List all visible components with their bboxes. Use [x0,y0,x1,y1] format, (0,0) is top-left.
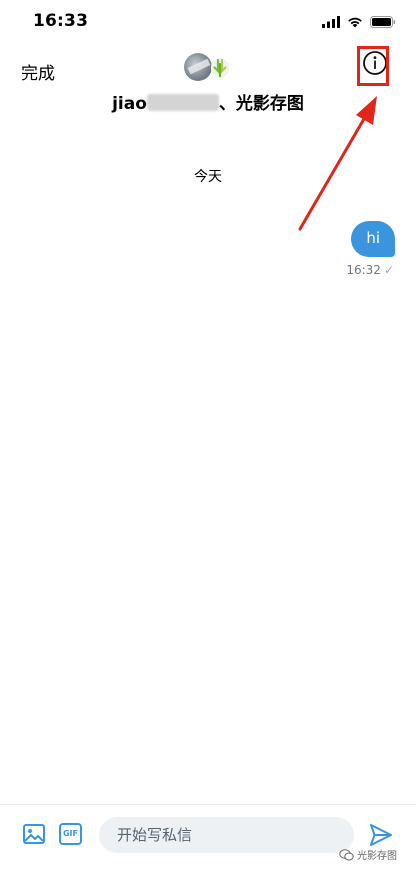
send-icon[interactable] [368,822,394,848]
message-composer: GIF 开始写私信 [0,804,416,874]
message-time: 16:32 [346,263,381,277]
status-icons [322,14,396,30]
annotation-arrow [298,96,377,231]
message-input[interactable]: 开始写私信 [99,817,354,853]
conversation-title: jiao 、光影存图 [0,89,416,114]
image-icon[interactable] [22,822,46,846]
conversation-header: 完成 jiao 、光影存图 [0,44,416,118]
cellular-signal-icon [322,16,340,28]
watermark: 光影存图 [339,847,397,862]
participant-avatars[interactable] [184,53,230,81]
annotation-highlight-box [357,46,389,86]
title-name-suffix: 、光影存图 [218,94,304,114]
status-time: 16:33 [33,11,89,31]
title-name-prefix: jiao [112,94,147,114]
redacted-name [146,94,219,111]
battery-icon [370,16,396,28]
avatar [184,53,212,81]
message-meta: 16:32 ✓ [346,263,394,277]
avatar-badge-icon [211,58,229,78]
gif-button[interactable]: GIF [59,823,82,845]
date-separator: 今天 [194,169,222,185]
wifi-icon [348,17,362,28]
wechat-icon [339,848,354,860]
message-bubble[interactable]: hi [351,221,395,257]
read-check-icon: ✓ [383,263,394,277]
done-button[interactable]: 完成 [21,59,55,84]
watermark-text: 光影存图 [357,851,397,862]
status-bar: 16:33 [0,0,416,44]
